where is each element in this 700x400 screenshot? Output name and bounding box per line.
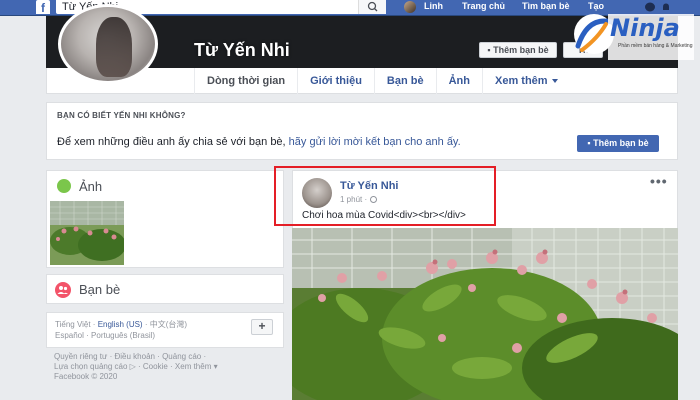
friends-icon xyxy=(55,282,71,298)
profile-picture[interactable] xyxy=(58,4,158,84)
tab-more[interactable]: Xem thêm xyxy=(482,68,570,94)
ninja-logo-subtitle: Phần mềm bán hàng & Marketing xyxy=(618,43,693,49)
chevron-down-icon xyxy=(551,79,558,84)
tab-timeline[interactable]: Dòng thời gian xyxy=(194,68,297,94)
footer-links-2[interactable]: Lựa chọn quảng cáo ▷ · Cookie · Xem thêm… xyxy=(54,362,218,371)
photos-card: Ảnh xyxy=(46,170,284,268)
add-friend-button[interactable]: ▪ Thêm bạn bè xyxy=(479,42,557,58)
people-glyph xyxy=(57,286,68,294)
footer-copyright: Facebook © 2020 xyxy=(54,372,118,381)
language-card: Tiếng Việt · English (US) · 中文(台灣) Españ… xyxy=(46,312,284,348)
ninja-logo-text: Ninja xyxy=(610,14,680,42)
photos-title[interactable]: Ảnh xyxy=(79,179,102,194)
user-avatar[interactable] xyxy=(404,1,416,13)
nav-user-name[interactable]: Linh xyxy=(424,0,443,16)
profile-tabs: Dòng thời gian Giới thiệu Bạn bè Ảnh Xem… xyxy=(194,68,570,94)
language-line-2: Español · Português (Brasil) xyxy=(55,331,156,340)
search-button[interactable] xyxy=(358,0,386,14)
flower-photo-thumbnail xyxy=(50,201,124,265)
search-icon xyxy=(367,1,378,12)
tab-more-label: Xem thêm xyxy=(495,75,548,87)
do-you-know-body: Để xem những điều anh ấy chia sẻ với bạn… xyxy=(57,136,286,148)
language-line-1: Tiếng Việt · English (US) · 中文(台灣) xyxy=(55,320,188,329)
do-you-know-box: BẠN CÓ BIẾT YẾN NHI KHÔNG? Để xem những … xyxy=(46,102,678,160)
friends-title[interactable]: Bạn bè xyxy=(79,282,120,297)
add-friend-label: Thêm bạn bè xyxy=(493,45,549,55)
tab-friends[interactable]: Bạn bè xyxy=(373,68,436,94)
language-es[interactable]: Español xyxy=(55,331,84,340)
facebook-logo-icon[interactable]: f xyxy=(36,0,50,15)
more-options-icon[interactable]: ••• xyxy=(650,174,668,188)
photos-icon xyxy=(57,179,71,193)
add-friend-primary-label: Thêm bạn bè xyxy=(593,138,649,148)
friends-card: Bạn bè xyxy=(46,274,284,304)
add-friend-primary-button[interactable]: ▪ Thêm bạn bè xyxy=(577,135,659,152)
nav-find-friends[interactable]: Tìm bạn bè xyxy=(522,0,570,16)
photo-thumbnail[interactable] xyxy=(50,201,124,265)
do-you-know-title: BẠN CÓ BIẾT YẾN NHI KHÔNG? xyxy=(57,111,186,120)
footer-links-1[interactable]: Quyền riêng tư · Điều khoản · Quảng cáo … xyxy=(54,352,206,361)
language-en[interactable]: English (US) xyxy=(98,320,143,329)
language-vi[interactable]: Tiếng Việt xyxy=(55,320,91,329)
language-pt[interactable]: Português (Brasil) xyxy=(91,331,155,340)
highlight-box xyxy=(274,166,496,226)
profile-picture-figure xyxy=(96,17,132,77)
send-request-link[interactable]: hãy gửi lời mời kết bạn cho anh ấy. xyxy=(289,136,461,148)
do-you-know-text: Để xem những điều anh ấy chia sẻ với bạn… xyxy=(57,136,461,148)
tab-about[interactable]: Giới thiệu xyxy=(297,68,374,94)
flower-photo xyxy=(292,228,678,400)
tab-photos[interactable]: Ảnh xyxy=(435,68,482,94)
post-photo[interactable] xyxy=(292,228,678,400)
nav-home[interactable]: Trang chủ xyxy=(462,0,505,16)
add-language-button[interactable]: + xyxy=(251,319,273,335)
language-zh[interactable]: 中文(台灣) xyxy=(150,320,187,329)
profile-name[interactable]: Từ Yến Nhi xyxy=(194,40,290,61)
